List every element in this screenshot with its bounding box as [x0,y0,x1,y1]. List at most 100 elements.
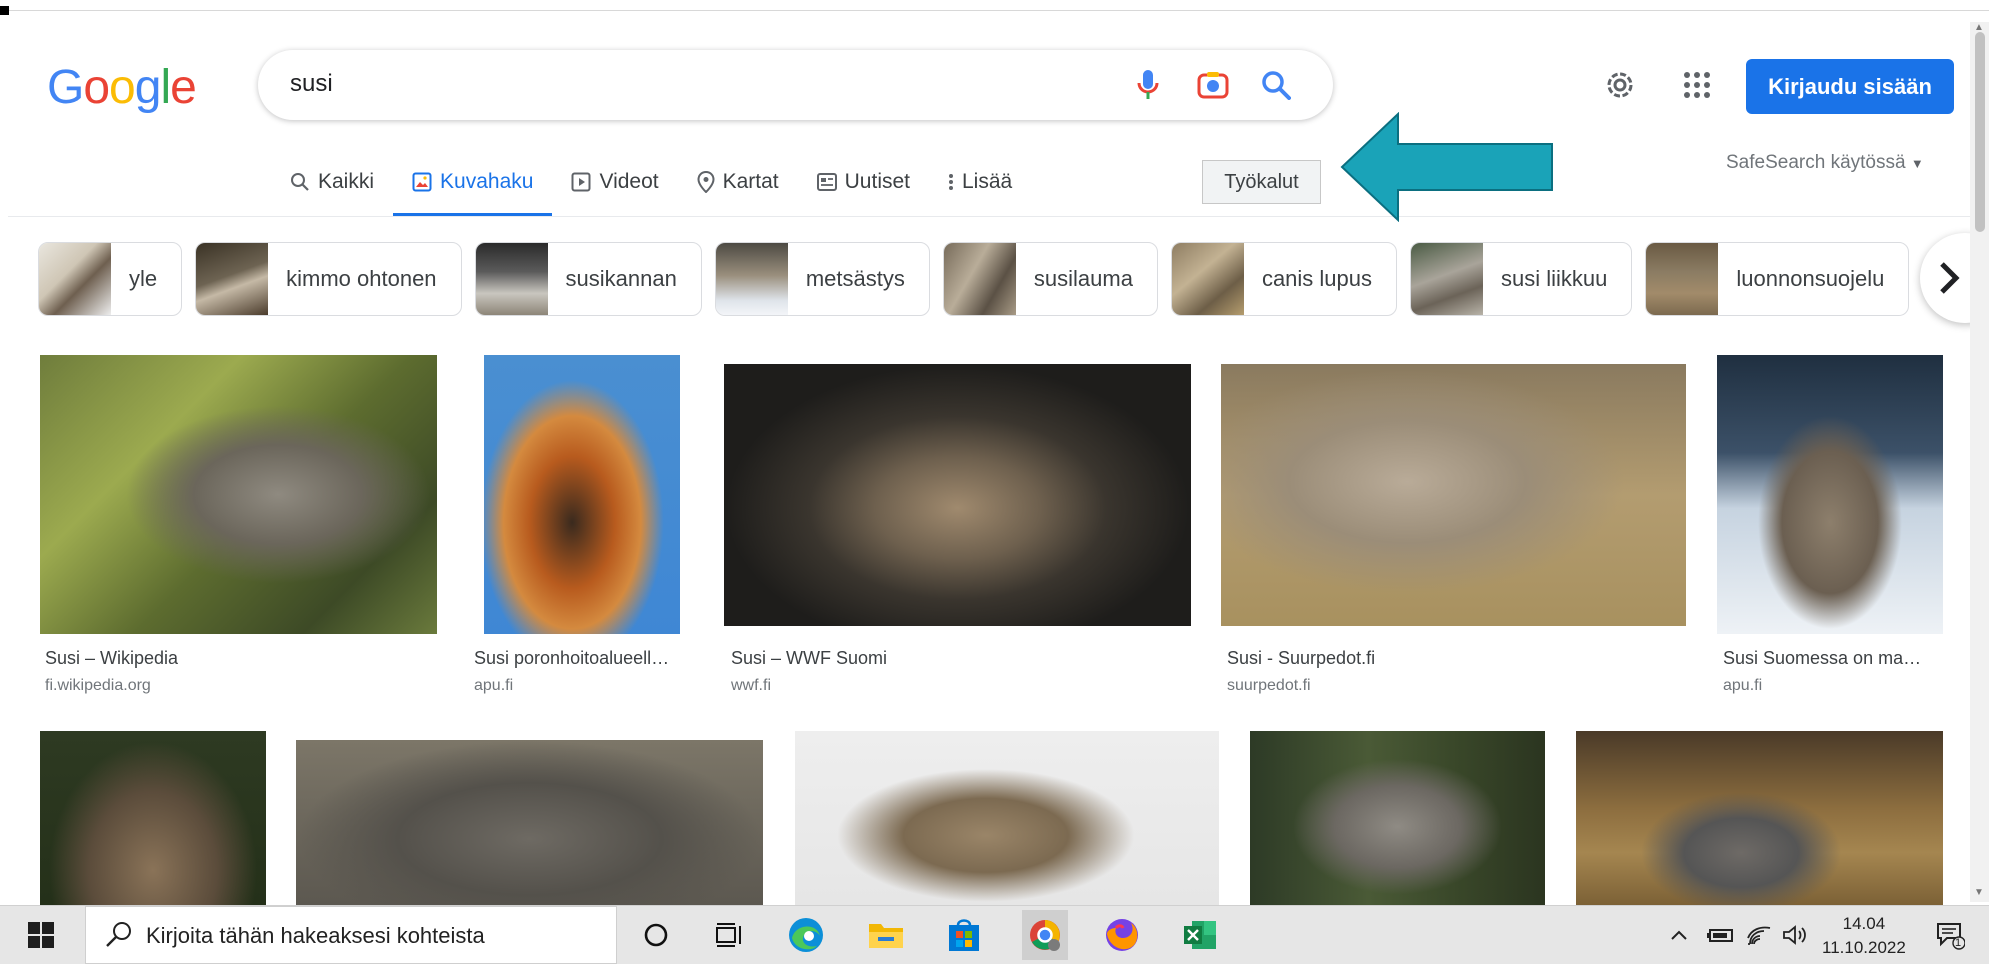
tab-label: Uutiset [844,170,910,193]
chip-label: kimmo ohtonen [286,266,437,291]
tools-button[interactable]: Työkalut [1202,160,1321,204]
gear-icon[interactable] [1600,65,1640,105]
result-image[interactable] [724,364,1191,626]
image-icon [412,172,432,192]
result-image[interactable] [1576,731,1943,905]
chip-thumbnail [943,243,1016,315]
caret-down-icon: ▼ [1910,156,1924,171]
browser-top-edge [0,0,1989,15]
search-icon [106,922,131,947]
chip[interactable]: yle [38,242,183,316]
camera-lens-icon[interactable] [1195,67,1231,103]
corner-marker [0,6,9,15]
chevron-up-icon[interactable] [1665,915,1693,955]
chip[interactable]: susikannan [474,242,702,316]
result-source[interactable]: fi.wikipedia.org [45,677,151,695]
chip[interactable]: luonnonsuojelu [1645,242,1910,316]
tab-all[interactable]: Kaikki [290,160,393,204]
chip-label: metsästys [805,266,905,291]
result-title[interactable]: Susi poronhoitoalueell… [474,648,669,669]
result-image[interactable] [484,355,680,634]
tab-label: Kartat [722,170,779,193]
google-logo[interactable]: Google [47,60,197,115]
scroll-down-icon[interactable]: ▼ [1974,887,1984,898]
chevron-right-icon [1940,262,1960,294]
result-source[interactable]: wwf.fi [731,677,771,695]
file-explorer-icon[interactable] [866,915,906,955]
chip-label: yle [129,266,158,291]
chip-thumbnail [196,243,269,315]
microsoft-store-icon[interactable] [944,915,984,955]
result-image[interactable] [1221,364,1686,626]
tab-news[interactable]: Uutiset [798,160,929,204]
chrome-icon[interactable] [1022,910,1068,960]
chip-label: canis lupus [1261,266,1373,291]
taskbar-clock[interactable]: 14.04 11.10.2022 [1822,912,1906,960]
chip-thumbnail [715,243,788,315]
search-icon [291,173,309,191]
notifications-icon[interactable]: 1 [1930,915,1970,955]
tab-label: Videot [599,170,659,193]
result-image[interactable] [795,731,1219,905]
result-title[interactable]: Susi Suomessa on ma… [1723,648,1921,669]
result-image[interactable] [1250,731,1545,905]
tab-images[interactable]: Kuvahaku [393,160,553,216]
battery-icon[interactable] [1704,915,1738,955]
result-source[interactable]: suurpedot.fi [1227,677,1311,695]
safesearch-menu[interactable]: SafeSearch käytössä ▼ [1726,152,1924,174]
related-search-chips: yle kimmo ohtonen susikannan metsästys s… [38,242,1910,318]
chip[interactable]: susilauma [942,242,1158,316]
result-image[interactable] [40,731,266,905]
chip-label: susikannan [565,266,677,291]
result-source[interactable]: apu.fi [1723,677,1762,695]
chip[interactable]: kimmo ohtonen [195,242,462,316]
scroll-thumb[interactable] [1975,32,1985,232]
sign-in-button[interactable]: Kirjaudu sisään [1746,59,1954,114]
apps-grid-icon[interactable] [1677,65,1717,105]
safesearch-label: SafeSearch käytössä [1726,152,1906,173]
windows-taskbar: Kirjoita tähän hakeaksesi kohteista 14.0… [0,905,1989,964]
firefox-icon[interactable] [1102,915,1142,955]
excel-icon[interactable] [1180,915,1220,955]
result-source[interactable]: apu.fi [474,677,513,695]
cortana-icon[interactable] [636,915,676,955]
result-title[interactable]: Susi – Wikipedia [45,648,178,669]
tab-videos[interactable]: Videot [552,160,677,204]
search-box[interactable]: susi [258,50,1333,120]
chip-label: susi liikkuu [1501,266,1608,291]
tab-label: Kaikki [318,170,375,193]
tab-maps[interactable]: Kartat [678,160,798,204]
taskbar-search-box[interactable]: Kirjoita tähän hakeaksesi kohteista [85,906,617,964]
clock-date: 11.10.2022 [1822,938,1906,957]
windows-start-icon[interactable] [28,922,54,953]
chip[interactable]: canis lupus [1170,242,1398,316]
result-image[interactable] [1717,355,1943,634]
speaker-icon[interactable] [1778,915,1812,955]
chip-thumbnail [1171,243,1244,315]
edge-browser-icon[interactable] [786,915,826,955]
wifi-icon[interactable] [1742,915,1776,955]
page-scrollbar[interactable]: ▲ ▼ [1970,22,1989,902]
tab-more[interactable]: Lisää [929,160,1031,204]
result-image[interactable] [296,740,763,905]
tab-label: Kuvahaku [440,170,534,193]
news-icon [816,173,837,191]
chip-label: susilauma [1033,266,1133,291]
clock-time: 14.04 [1842,914,1886,933]
result-title[interactable]: Susi - Suurpedot.fi [1227,648,1375,669]
chip[interactable]: metsästys [714,242,930,316]
result-title[interactable]: Susi – WWF Suomi [731,648,887,669]
chip-thumbnail [1646,243,1719,315]
tabs-divider [8,216,1973,217]
search-tabs: Kaikki Kuvahaku Videot Kartat Uutiset Li… [290,160,1031,216]
chip-thumbnail [475,243,548,315]
more-vert-icon [949,174,953,190]
taskbar-search-placeholder: Kirjoita tähän hakeaksesi kohteista [146,923,485,948]
search-input[interactable]: susi [290,70,333,98]
search-icon[interactable] [1258,67,1294,103]
result-image[interactable] [40,355,437,634]
chip[interactable]: susi liikkuu [1410,242,1633,316]
chip-thumbnail [1411,243,1484,315]
task-view-icon[interactable] [710,915,750,955]
microphone-icon[interactable] [1130,67,1166,103]
